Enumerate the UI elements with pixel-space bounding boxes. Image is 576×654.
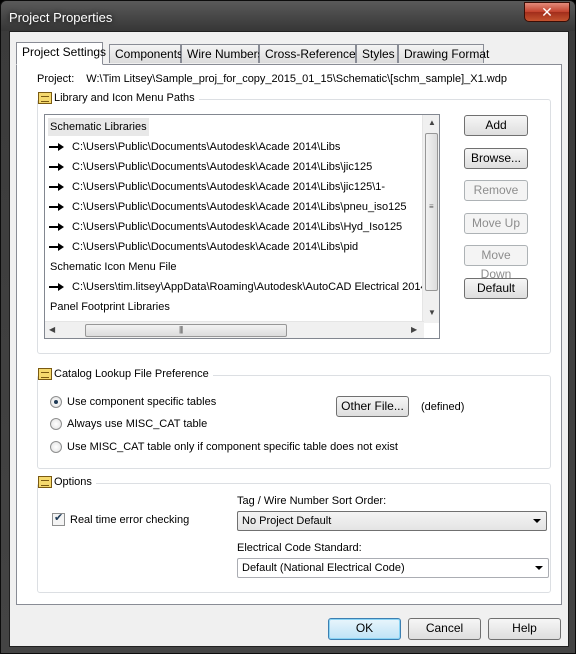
realtime-error-checkbox[interactable]: Real time error checking: [52, 511, 189, 526]
browse-button[interactable]: Browse...: [464, 148, 528, 169]
title-bar[interactable]: Project Properties ✕: [1, 1, 575, 31]
tab-cross-references[interactable]: Cross-References: [259, 44, 362, 63]
library-paths-list[interactable]: Schematic Libraries C:\Users\Public\Docu…: [44, 114, 440, 339]
default-button[interactable]: Default: [464, 278, 528, 299]
list-header-icon-menu-file[interactable]: Schematic Icon Menu File: [50, 258, 177, 276]
chevron-down-icon: [533, 519, 541, 523]
tab-wire-numbers[interactable]: Wire Numbers: [181, 44, 264, 63]
project-properties-window: Project Properties ✕ Project Settings Co…: [0, 0, 576, 654]
tab-project-settings[interactable]: Project Settings: [16, 42, 106, 65]
options-group-title: Options: [38, 476, 96, 488]
scroll-up-icon[interactable]: ▲: [428, 118, 436, 127]
sort-order-label: Tag / Wire Number Sort Order:: [237, 495, 387, 507]
folder-tree-icon: [38, 92, 52, 104]
list-header-schematic-libraries[interactable]: Schematic Libraries: [48, 118, 149, 136]
scroll-left-icon[interactable]: ◀: [49, 325, 55, 334]
move-down-button[interactable]: Move Down: [464, 245, 528, 281]
horizontal-scroll-thumb[interactable]: |||: [85, 324, 287, 337]
project-settings-page: Project: W:\Tim Litsey\Sample_proj_for_co…: [16, 64, 562, 605]
code-standard-dropdown[interactable]: Default (National Electrical Code): [237, 558, 549, 578]
options-group-label: Options: [54, 476, 92, 488]
tab-components[interactable]: Components: [109, 44, 183, 63]
close-button[interactable]: ✕: [524, 2, 570, 22]
folder-tree-icon: [38, 368, 52, 380]
radio-indicator[interactable]: [50, 418, 62, 430]
close-icon: ✕: [541, 4, 553, 20]
library-paths-group: Library and Icon Menu Paths Schematic Li…: [37, 92, 551, 354]
vertical-scroll-thumb[interactable]: ≡: [425, 133, 438, 291]
arrow-right-icon: [49, 222, 64, 232]
dialog-client-area: Project Settings Components Wire Numbers…: [9, 31, 569, 647]
window-title: Project Properties: [9, 10, 113, 25]
move-up-button[interactable]: Move Up: [464, 213, 528, 234]
list-item[interactable]: C:\Users\Public\Documents\Autodesk\Acade…: [49, 218, 402, 236]
radio-indicator[interactable]: [50, 396, 62, 408]
tab-styles[interactable]: Styles: [356, 44, 398, 63]
options-group: Options Real time error checking Tag / W…: [37, 476, 551, 593]
library-group-title: Library and Icon Menu Paths: [38, 92, 199, 104]
scroll-right-icon[interactable]: ▶: [411, 325, 417, 334]
project-label: Project:: [37, 73, 75, 85]
cancel-button[interactable]: Cancel: [408, 618, 481, 640]
ok-button[interactable]: OK: [328, 618, 401, 640]
list-header-panel-footprint[interactable]: Panel Footprint Libraries: [50, 298, 170, 316]
list-item[interactable]: C:\Users\tim.litsey\AppData\Roaming\Auto…: [49, 278, 427, 296]
library-group-label: Library and Icon Menu Paths: [54, 92, 195, 104]
help-button[interactable]: Help: [488, 618, 561, 640]
list-item[interactable]: C:\Users\Public\Documents\Autodesk\Acade…: [49, 198, 406, 216]
radio-indicator[interactable]: [50, 441, 62, 453]
vertical-scrollbar[interactable]: ▲ ≡ ▼: [422, 115, 439, 323]
remove-button[interactable]: Remove: [464, 180, 528, 201]
add-button[interactable]: Add: [464, 115, 528, 136]
grip-icon: |||: [179, 325, 183, 334]
grip-icon: ≡: [429, 202, 434, 211]
folder-tree-icon: [38, 476, 52, 488]
arrow-right-icon: [49, 202, 64, 212]
code-standard-label: Electrical Code Standard:: [237, 542, 362, 554]
horizontal-scrollbar[interactable]: ◀ ||| ▶: [45, 321, 424, 338]
chevron-down-icon: [535, 566, 543, 570]
catalog-group-label: Catalog Lookup File Preference: [54, 368, 209, 380]
arrow-right-icon: [49, 242, 64, 252]
other-file-button[interactable]: Other File...: [336, 396, 409, 417]
arrow-right-icon: [49, 142, 64, 152]
radio-always-misc-cat[interactable]: Always use MISC_CAT table: [50, 418, 207, 430]
scroll-down-icon[interactable]: ▼: [428, 308, 436, 317]
radio-misc-cat-fallback[interactable]: Use MISC_CAT table only if component spe…: [50, 441, 398, 453]
list-item[interactable]: C:\Users\Public\Documents\Autodesk\Acade…: [49, 178, 385, 196]
sort-order-dropdown[interactable]: No Project Default: [237, 511, 547, 531]
arrow-right-icon: [49, 282, 64, 292]
list-item[interactable]: C:\Users\Public\Documents\Autodesk\Acade…: [49, 138, 340, 156]
project-path-line: Project: W:\Tim Litsey\Sample_proj_for_co…: [37, 73, 507, 85]
arrow-right-icon: [49, 162, 64, 172]
list-item[interactable]: C:\Users\Public\Documents\Autodesk\Acade…: [49, 238, 358, 256]
catalog-lookup-group: Catalog Lookup File Preference Use compo…: [37, 368, 551, 469]
catalog-group-title: Catalog Lookup File Preference: [38, 368, 213, 380]
other-file-status: (defined): [421, 401, 465, 413]
checkbox-indicator[interactable]: [52, 511, 65, 526]
radio-component-specific[interactable]: Use component specific tables: [50, 396, 216, 408]
list-item[interactable]: C:\Users\Public\Documents\Autodesk\Acade…: [49, 158, 372, 176]
project-path: W:\Tim Litsey\Sample_proj_for_copy_2015_…: [86, 73, 507, 85]
arrow-right-icon: [49, 182, 64, 192]
tab-drawing-format[interactable]: Drawing Format: [398, 44, 489, 63]
